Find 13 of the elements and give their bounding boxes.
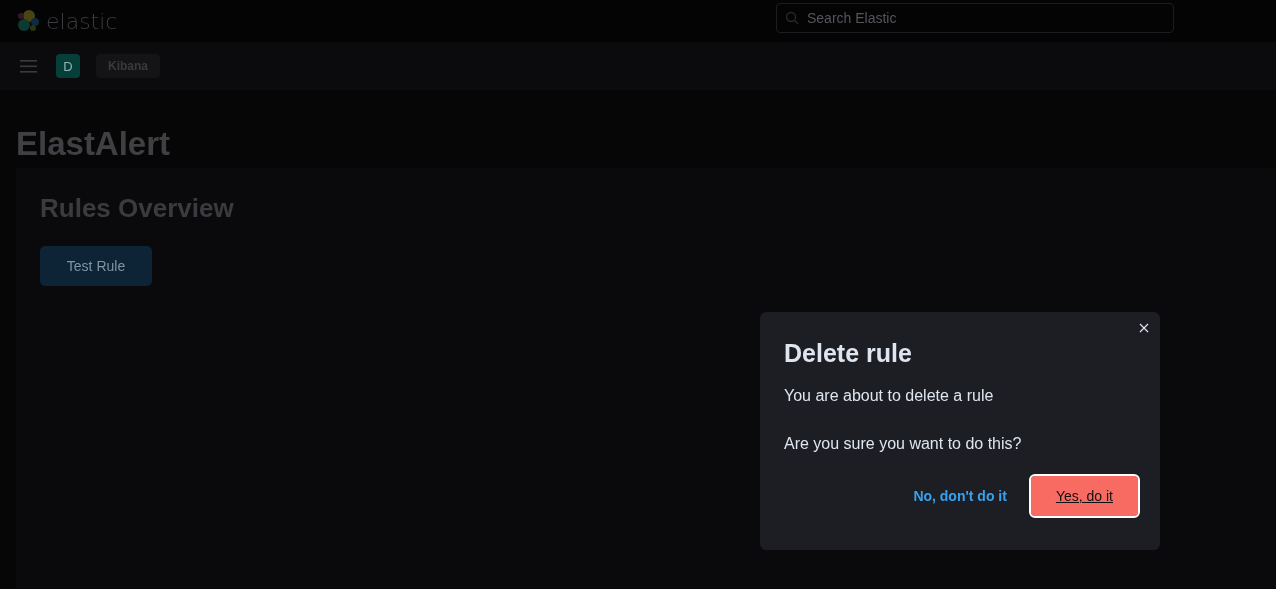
cancel-button[interactable]: No, don't do it: [913, 476, 1007, 516]
modal-text: Are you sure you want to do this?: [784, 434, 1023, 454]
search-field[interactable]: Search Elastic: [776, 3, 1174, 33]
close-icon[interactable]: [1139, 323, 1149, 333]
search-icon: [785, 11, 799, 25]
elastic-logo-icon: [16, 9, 40, 33]
modal-text: You are about to delete a rule: [784, 386, 995, 406]
confirm-button[interactable]: Yes, do it: [1030, 476, 1138, 516]
modal-title: Delete rule: [784, 338, 913, 368]
test-rule-button[interactable]: Test Rule: [40, 246, 152, 286]
brand-name: elastic: [46, 8, 118, 34]
space-avatar[interactable]: D: [56, 54, 80, 78]
page-title: ElastAlert: [16, 124, 172, 164]
